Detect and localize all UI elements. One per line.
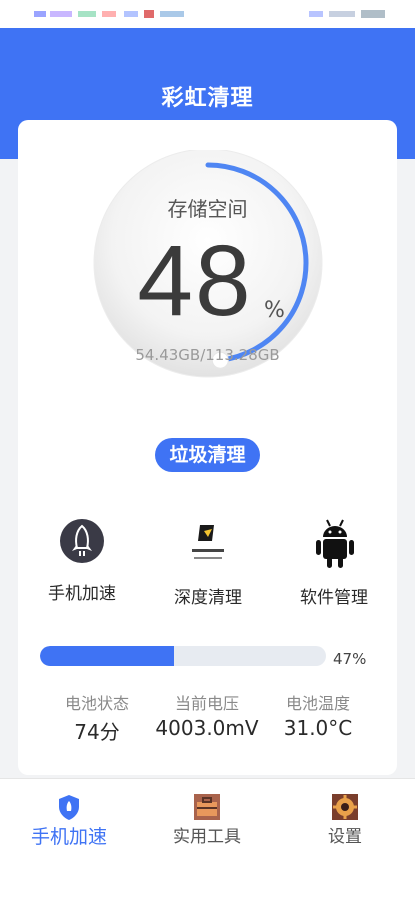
tool-label: 深度清理	[174, 588, 242, 608]
nav-label: 手机加速	[30, 826, 107, 848]
storage-percent: 48	[137, 225, 253, 337]
rocket-icon	[60, 519, 104, 563]
nav-tab-settings[interactable]: 设置	[276, 779, 414, 854]
bottom-nav: 手机加速 实用工具 设置	[0, 778, 415, 853]
storage-percent-unit: %	[264, 298, 285, 323]
tool-label: 手机加速	[48, 584, 116, 604]
tool-software-manage[interactable]: 软件管理	[290, 515, 380, 610]
tool-deep-clean[interactable]: 深度清理	[163, 515, 253, 610]
stat-label-voltage: 当前电压	[174, 694, 239, 713]
shield-rocket-icon	[59, 795, 79, 820]
stat-label-temperature: 电池温度	[285, 694, 350, 713]
battery-progress-fill	[40, 646, 175, 666]
toolbox-icon	[194, 794, 220, 820]
tool-label: 软件管理	[300, 588, 368, 608]
storage-label: 存储空间	[167, 197, 248, 221]
nav-tab-tools[interactable]: 实用工具	[138, 779, 276, 854]
system-bottom-bar	[0, 853, 415, 900]
nav-label: 实用工具	[173, 827, 241, 847]
nav-tab-speedup[interactable]: 手机加速	[0, 779, 138, 854]
deep-clean-logo	[188, 521, 228, 569]
gear-icon	[332, 794, 358, 820]
battery-progress-track	[40, 646, 326, 666]
stat-label-battery-status: 电池状态	[64, 694, 129, 713]
status-bar	[0, 0, 415, 28]
junk-clean-button[interactable]: 垃圾清理	[155, 438, 260, 472]
stat-value-temperature: 31.0°C	[283, 716, 353, 740]
status-icons-left	[34, 10, 184, 18]
nav-label: 设置	[328, 827, 362, 847]
storage-used-total: 54.43GB/113.28GB	[135, 346, 280, 364]
android-icon	[316, 519, 354, 568]
app-title: 彩虹清理	[161, 86, 254, 111]
battery-percent-label: 47%	[333, 650, 367, 668]
stat-value-voltage: 4003.0mV	[155, 716, 259, 740]
stat-value-battery-status: 74分	[74, 720, 120, 744]
tool-phone-speedup[interactable]: 手机加速	[40, 515, 124, 605]
status-icons-right	[309, 10, 385, 18]
